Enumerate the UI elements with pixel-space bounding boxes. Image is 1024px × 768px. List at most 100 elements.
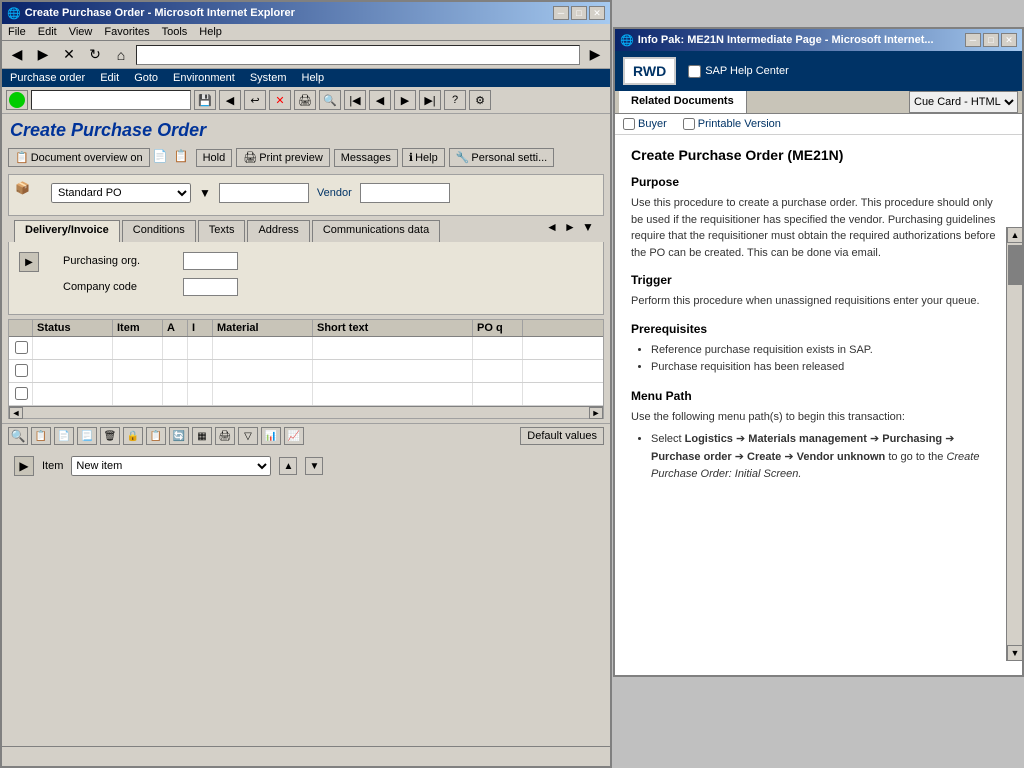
vendor-name-input[interactable]: [360, 183, 450, 203]
menu-tools[interactable]: Tools: [162, 26, 188, 38]
exit-icon[interactable]: ↩: [244, 90, 266, 110]
doc-icon-1[interactable]: 📄: [153, 149, 171, 167]
command-field[interactable]: [31, 90, 191, 110]
sap-help-checkbox[interactable]: [688, 65, 701, 78]
buyer-checkbox[interactable]: [623, 118, 635, 130]
buyer-link[interactable]: Buyer: [623, 118, 667, 130]
messages-btn[interactable]: Messages: [334, 149, 398, 167]
item-tool2[interactable]: 📄: [54, 427, 74, 445]
delete-icon[interactable]: 🗑: [100, 427, 120, 445]
help-scroll-down-btn[interactable]: ▼: [1007, 645, 1023, 661]
help-close-btn[interactable]: ✕: [1001, 33, 1017, 47]
print-preview-btn[interactable]: 🖨 Print preview: [236, 148, 330, 167]
scroll-track[interactable]: [23, 408, 589, 418]
menu-file[interactable]: File: [8, 26, 26, 38]
printable-checkbox[interactable]: [683, 118, 695, 130]
customize-icon[interactable]: ⚙: [469, 90, 491, 110]
nav-goto[interactable]: Goto: [134, 72, 158, 84]
tab-next-icon[interactable]: ►: [564, 220, 580, 242]
menu-help[interactable]: Help: [199, 26, 222, 38]
nav-last[interactable]: ▶|: [419, 90, 441, 110]
save-icon[interactable]: 💾: [194, 90, 216, 110]
print-icon[interactable]: 🖨: [294, 90, 316, 110]
item-up-btn[interactable]: ▲: [279, 457, 297, 475]
doc-icon-2[interactable]: 📋: [174, 149, 192, 167]
help-maximize-btn[interactable]: □: [983, 33, 999, 47]
help-body-container: Create Purchase Order (ME21N) Purpose Us…: [615, 135, 1022, 661]
nav-edit[interactable]: Edit: [100, 72, 119, 84]
company-code-input[interactable]: [183, 278, 238, 296]
purchasing-org-input[interactable]: [183, 252, 238, 270]
doc-overview-btn[interactable]: 📋 Document overview on: [8, 148, 150, 167]
forward-button[interactable]: ▶: [32, 44, 54, 66]
nav-next[interactable]: ▶: [394, 90, 416, 110]
related-docs-tab[interactable]: Related Documents: [619, 91, 747, 113]
default-values-btn[interactable]: Default values: [520, 427, 604, 445]
help-scroll-thumb[interactable]: [1008, 245, 1022, 285]
nav-first[interactable]: |◀: [344, 90, 366, 110]
item-down-btn[interactable]: ▼: [305, 457, 323, 475]
lock-icon[interactable]: 🔒: [123, 427, 143, 445]
po-type-select[interactable]: Standard PO: [51, 183, 191, 203]
tab-delivery-invoice[interactable]: Delivery/Invoice: [14, 220, 120, 242]
help-icon[interactable]: ?: [444, 90, 466, 110]
tool-icon1[interactable]: 📊: [261, 427, 281, 445]
menu-view[interactable]: View: [69, 26, 93, 38]
item-type-select[interactable]: New item: [71, 456, 271, 476]
home-button[interactable]: ⌂: [110, 44, 132, 66]
cue-card-select[interactable]: Cue Card - HTML: [909, 91, 1018, 113]
prereq-item-1: Reference purchase requisition exists in…: [651, 342, 1002, 360]
grid-icon[interactable]: ▦: [192, 427, 212, 445]
nav-purchase-order[interactable]: Purchase order: [10, 72, 85, 84]
back-icon[interactable]: ◀: [219, 90, 241, 110]
item-tool1[interactable]: 📋: [31, 427, 51, 445]
nav-system[interactable]: System: [250, 72, 287, 84]
help-scroll-up-btn[interactable]: ▲: [1007, 227, 1023, 243]
sap-toolbar2: 💾 ◀ ↩ ✕ 🖨 🔍 |◀ ◀ ▶ ▶| ? ⚙: [2, 87, 610, 114]
tab-texts[interactable]: Texts: [198, 220, 246, 242]
personal-settings-btn[interactable]: 🔧 Personal setti...: [449, 148, 555, 167]
item-tool3[interactable]: 📃: [77, 427, 97, 445]
help-btn[interactable]: ℹ Help: [402, 148, 445, 167]
stop-button[interactable]: ✕: [58, 44, 80, 66]
go-button[interactable]: ▶: [584, 44, 606, 66]
nav-help[interactable]: Help: [302, 72, 325, 84]
scroll-right-btn[interactable]: ►: [589, 407, 603, 419]
tool-icon2[interactable]: 📈: [284, 427, 304, 445]
printable-version-link[interactable]: Printable Version: [683, 118, 781, 130]
nav-environment[interactable]: Environment: [173, 72, 235, 84]
vendor-number-input[interactable]: [219, 183, 309, 203]
po-type-icon[interactable]: 📦: [15, 181, 43, 205]
address-bar[interactable]: [136, 45, 580, 65]
tab-address[interactable]: Address: [247, 220, 309, 242]
menu-favorites[interactable]: Favorites: [104, 26, 149, 38]
tab-conditions[interactable]: Conditions: [122, 220, 196, 242]
cancel-icon[interactable]: ✕: [269, 90, 291, 110]
find-icon[interactable]: 🔍: [319, 90, 341, 110]
menu-edit[interactable]: Edit: [38, 26, 57, 38]
materials-text: Materials management: [748, 433, 867, 445]
refresh-button[interactable]: ↻: [84, 44, 106, 66]
tab-communications[interactable]: Communications data: [312, 220, 440, 242]
arrow1: ➔: [736, 433, 748, 445]
row1-checkbox[interactable]: [15, 341, 28, 354]
po-type-dropdown[interactable]: ▼: [199, 186, 211, 200]
scroll-left-btn[interactable]: ◄: [9, 407, 23, 419]
back-button[interactable]: ◀: [6, 44, 28, 66]
nav-prev[interactable]: ◀: [369, 90, 391, 110]
copy-icon[interactable]: 📋: [146, 427, 166, 445]
minimize-button[interactable]: ─: [553, 6, 569, 20]
tab-prev-icon[interactable]: ◄: [546, 220, 562, 242]
convert-icon[interactable]: 🔄: [169, 427, 189, 445]
close-button[interactable]: ✕: [589, 6, 605, 20]
tab-menu-icon[interactable]: ▼: [582, 220, 598, 242]
row2-checkbox[interactable]: [15, 364, 28, 377]
zoom-icon[interactable]: 🔍: [8, 427, 28, 445]
filter-icon[interactable]: ▽: [238, 427, 258, 445]
row1-status: [33, 337, 113, 359]
help-minimize-btn[interactable]: ─: [965, 33, 981, 47]
hold-btn[interactable]: Hold: [196, 149, 233, 167]
print-icon3[interactable]: 🖨: [215, 427, 235, 445]
row3-checkbox[interactable]: [15, 387, 28, 400]
maximize-button[interactable]: □: [571, 6, 587, 20]
